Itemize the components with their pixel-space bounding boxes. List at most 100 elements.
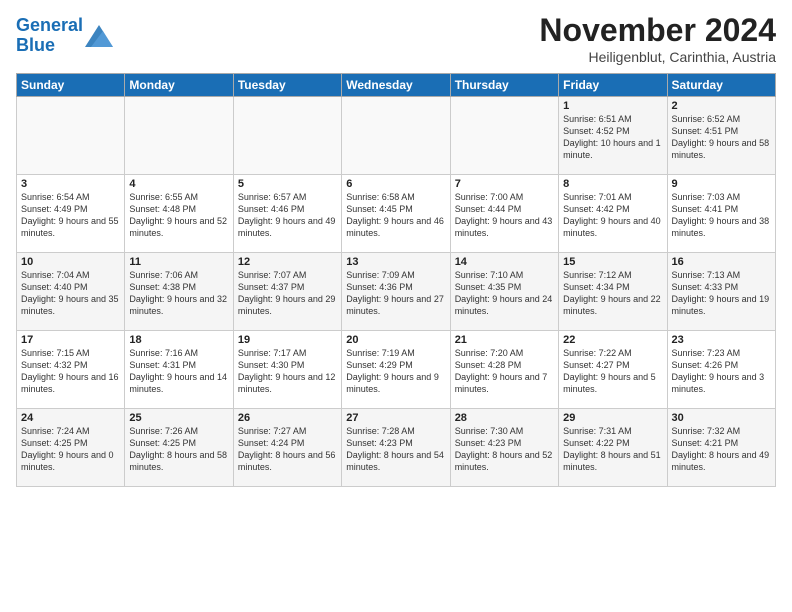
day-info: Sunrise: 7:06 AM Sunset: 4:38 PM Dayligh… bbox=[129, 269, 228, 318]
day-number: 6 bbox=[346, 178, 445, 190]
day-number: 20 bbox=[346, 334, 445, 346]
calendar-cell: 20Sunrise: 7:19 AM Sunset: 4:29 PM Dayli… bbox=[342, 331, 450, 409]
calendar-cell: 10Sunrise: 7:04 AM Sunset: 4:40 PM Dayli… bbox=[17, 253, 125, 331]
day-info: Sunrise: 7:01 AM Sunset: 4:42 PM Dayligh… bbox=[563, 191, 662, 240]
calendar-week-row-3: 17Sunrise: 7:15 AM Sunset: 4:32 PM Dayli… bbox=[17, 331, 776, 409]
day-info: Sunrise: 7:12 AM Sunset: 4:34 PM Dayligh… bbox=[563, 269, 662, 318]
calendar-cell: 1Sunrise: 6:51 AM Sunset: 4:52 PM Daylig… bbox=[559, 97, 667, 175]
calendar-header-row: Sunday Monday Tuesday Wednesday Thursday… bbox=[17, 74, 776, 97]
day-info: Sunrise: 7:10 AM Sunset: 4:35 PM Dayligh… bbox=[455, 269, 554, 318]
calendar-cell: 5Sunrise: 6:57 AM Sunset: 4:46 PM Daylig… bbox=[233, 175, 341, 253]
day-number: 30 bbox=[672, 412, 771, 424]
calendar-cell: 13Sunrise: 7:09 AM Sunset: 4:36 PM Dayli… bbox=[342, 253, 450, 331]
calendar-cell: 12Sunrise: 7:07 AM Sunset: 4:37 PM Dayli… bbox=[233, 253, 341, 331]
calendar-cell: 23Sunrise: 7:23 AM Sunset: 4:26 PM Dayli… bbox=[667, 331, 775, 409]
day-number: 13 bbox=[346, 256, 445, 268]
calendar-cell: 30Sunrise: 7:32 AM Sunset: 4:21 PM Dayli… bbox=[667, 409, 775, 487]
day-info: Sunrise: 7:27 AM Sunset: 4:24 PM Dayligh… bbox=[238, 425, 337, 474]
day-info: Sunrise: 7:24 AM Sunset: 4:25 PM Dayligh… bbox=[21, 425, 120, 474]
day-info: Sunrise: 7:22 AM Sunset: 4:27 PM Dayligh… bbox=[563, 347, 662, 396]
calendar-cell: 9Sunrise: 7:03 AM Sunset: 4:41 PM Daylig… bbox=[667, 175, 775, 253]
calendar-table: Sunday Monday Tuesday Wednesday Thursday… bbox=[16, 73, 776, 487]
main-title: November 2024 bbox=[539, 12, 776, 49]
day-info: Sunrise: 7:19 AM Sunset: 4:29 PM Dayligh… bbox=[346, 347, 445, 396]
day-info: Sunrise: 6:54 AM Sunset: 4:49 PM Dayligh… bbox=[21, 191, 120, 240]
day-number: 14 bbox=[455, 256, 554, 268]
calendar-cell: 16Sunrise: 7:13 AM Sunset: 4:33 PM Dayli… bbox=[667, 253, 775, 331]
calendar-week-row-4: 24Sunrise: 7:24 AM Sunset: 4:25 PM Dayli… bbox=[17, 409, 776, 487]
col-sunday: Sunday bbox=[17, 74, 125, 97]
day-number: 1 bbox=[563, 100, 662, 112]
calendar-cell: 27Sunrise: 7:28 AM Sunset: 4:23 PM Dayli… bbox=[342, 409, 450, 487]
day-number: 22 bbox=[563, 334, 662, 346]
day-info: Sunrise: 7:30 AM Sunset: 4:23 PM Dayligh… bbox=[455, 425, 554, 474]
day-info: Sunrise: 7:31 AM Sunset: 4:22 PM Dayligh… bbox=[563, 425, 662, 474]
day-info: Sunrise: 6:58 AM Sunset: 4:45 PM Dayligh… bbox=[346, 191, 445, 240]
col-thursday: Thursday bbox=[450, 74, 558, 97]
calendar-cell: 6Sunrise: 6:58 AM Sunset: 4:45 PM Daylig… bbox=[342, 175, 450, 253]
day-info: Sunrise: 6:52 AM Sunset: 4:51 PM Dayligh… bbox=[672, 113, 771, 162]
logo-icon bbox=[85, 25, 113, 47]
calendar-cell: 28Sunrise: 7:30 AM Sunset: 4:23 PM Dayli… bbox=[450, 409, 558, 487]
day-number: 28 bbox=[455, 412, 554, 424]
day-number: 16 bbox=[672, 256, 771, 268]
calendar-cell: 4Sunrise: 6:55 AM Sunset: 4:48 PM Daylig… bbox=[125, 175, 233, 253]
logo: General Blue bbox=[16, 16, 113, 56]
calendar-cell: 8Sunrise: 7:01 AM Sunset: 4:42 PM Daylig… bbox=[559, 175, 667, 253]
calendar-cell bbox=[125, 97, 233, 175]
day-number: 23 bbox=[672, 334, 771, 346]
calendar-cell: 19Sunrise: 7:17 AM Sunset: 4:30 PM Dayli… bbox=[233, 331, 341, 409]
col-tuesday: Tuesday bbox=[233, 74, 341, 97]
day-info: Sunrise: 7:13 AM Sunset: 4:33 PM Dayligh… bbox=[672, 269, 771, 318]
day-number: 21 bbox=[455, 334, 554, 346]
calendar-week-row-1: 3Sunrise: 6:54 AM Sunset: 4:49 PM Daylig… bbox=[17, 175, 776, 253]
col-wednesday: Wednesday bbox=[342, 74, 450, 97]
calendar-cell: 2Sunrise: 6:52 AM Sunset: 4:51 PM Daylig… bbox=[667, 97, 775, 175]
calendar-cell: 14Sunrise: 7:10 AM Sunset: 4:35 PM Dayli… bbox=[450, 253, 558, 331]
col-saturday: Saturday bbox=[667, 74, 775, 97]
day-number: 4 bbox=[129, 178, 228, 190]
calendar-cell: 22Sunrise: 7:22 AM Sunset: 4:27 PM Dayli… bbox=[559, 331, 667, 409]
calendar-week-row-0: 1Sunrise: 6:51 AM Sunset: 4:52 PM Daylig… bbox=[17, 97, 776, 175]
day-number: 27 bbox=[346, 412, 445, 424]
calendar-cell bbox=[17, 97, 125, 175]
day-number: 8 bbox=[563, 178, 662, 190]
day-info: Sunrise: 6:51 AM Sunset: 4:52 PM Dayligh… bbox=[563, 113, 662, 162]
day-info: Sunrise: 7:23 AM Sunset: 4:26 PM Dayligh… bbox=[672, 347, 771, 396]
day-info: Sunrise: 6:57 AM Sunset: 4:46 PM Dayligh… bbox=[238, 191, 337, 240]
calendar-cell: 7Sunrise: 7:00 AM Sunset: 4:44 PM Daylig… bbox=[450, 175, 558, 253]
day-number: 7 bbox=[455, 178, 554, 190]
day-number: 15 bbox=[563, 256, 662, 268]
calendar-cell: 29Sunrise: 7:31 AM Sunset: 4:22 PM Dayli… bbox=[559, 409, 667, 487]
day-number: 2 bbox=[672, 100, 771, 112]
day-info: Sunrise: 7:04 AM Sunset: 4:40 PM Dayligh… bbox=[21, 269, 120, 318]
header: General Blue November 2024 Heiligenblut,… bbox=[16, 12, 776, 65]
day-number: 10 bbox=[21, 256, 120, 268]
day-info: Sunrise: 7:15 AM Sunset: 4:32 PM Dayligh… bbox=[21, 347, 120, 396]
day-number: 18 bbox=[129, 334, 228, 346]
day-info: Sunrise: 7:26 AM Sunset: 4:25 PM Dayligh… bbox=[129, 425, 228, 474]
calendar-cell: 25Sunrise: 7:26 AM Sunset: 4:25 PM Dayli… bbox=[125, 409, 233, 487]
day-info: Sunrise: 7:28 AM Sunset: 4:23 PM Dayligh… bbox=[346, 425, 445, 474]
day-number: 25 bbox=[129, 412, 228, 424]
calendar-cell bbox=[233, 97, 341, 175]
day-info: Sunrise: 7:20 AM Sunset: 4:28 PM Dayligh… bbox=[455, 347, 554, 396]
calendar-cell: 17Sunrise: 7:15 AM Sunset: 4:32 PM Dayli… bbox=[17, 331, 125, 409]
col-friday: Friday bbox=[559, 74, 667, 97]
calendar-cell: 3Sunrise: 6:54 AM Sunset: 4:49 PM Daylig… bbox=[17, 175, 125, 253]
calendar-week-row-2: 10Sunrise: 7:04 AM Sunset: 4:40 PM Dayli… bbox=[17, 253, 776, 331]
day-info: Sunrise: 7:16 AM Sunset: 4:31 PM Dayligh… bbox=[129, 347, 228, 396]
day-number: 17 bbox=[21, 334, 120, 346]
day-number: 26 bbox=[238, 412, 337, 424]
sub-title: Heiligenblut, Carinthia, Austria bbox=[539, 49, 776, 65]
day-info: Sunrise: 7:17 AM Sunset: 4:30 PM Dayligh… bbox=[238, 347, 337, 396]
day-number: 3 bbox=[21, 178, 120, 190]
calendar-cell bbox=[450, 97, 558, 175]
calendar-cell: 11Sunrise: 7:06 AM Sunset: 4:38 PM Dayli… bbox=[125, 253, 233, 331]
calendar-cell: 26Sunrise: 7:27 AM Sunset: 4:24 PM Dayli… bbox=[233, 409, 341, 487]
calendar-cell bbox=[342, 97, 450, 175]
day-info: Sunrise: 7:07 AM Sunset: 4:37 PM Dayligh… bbox=[238, 269, 337, 318]
day-number: 24 bbox=[21, 412, 120, 424]
day-info: Sunrise: 6:55 AM Sunset: 4:48 PM Dayligh… bbox=[129, 191, 228, 240]
calendar-cell: 24Sunrise: 7:24 AM Sunset: 4:25 PM Dayli… bbox=[17, 409, 125, 487]
